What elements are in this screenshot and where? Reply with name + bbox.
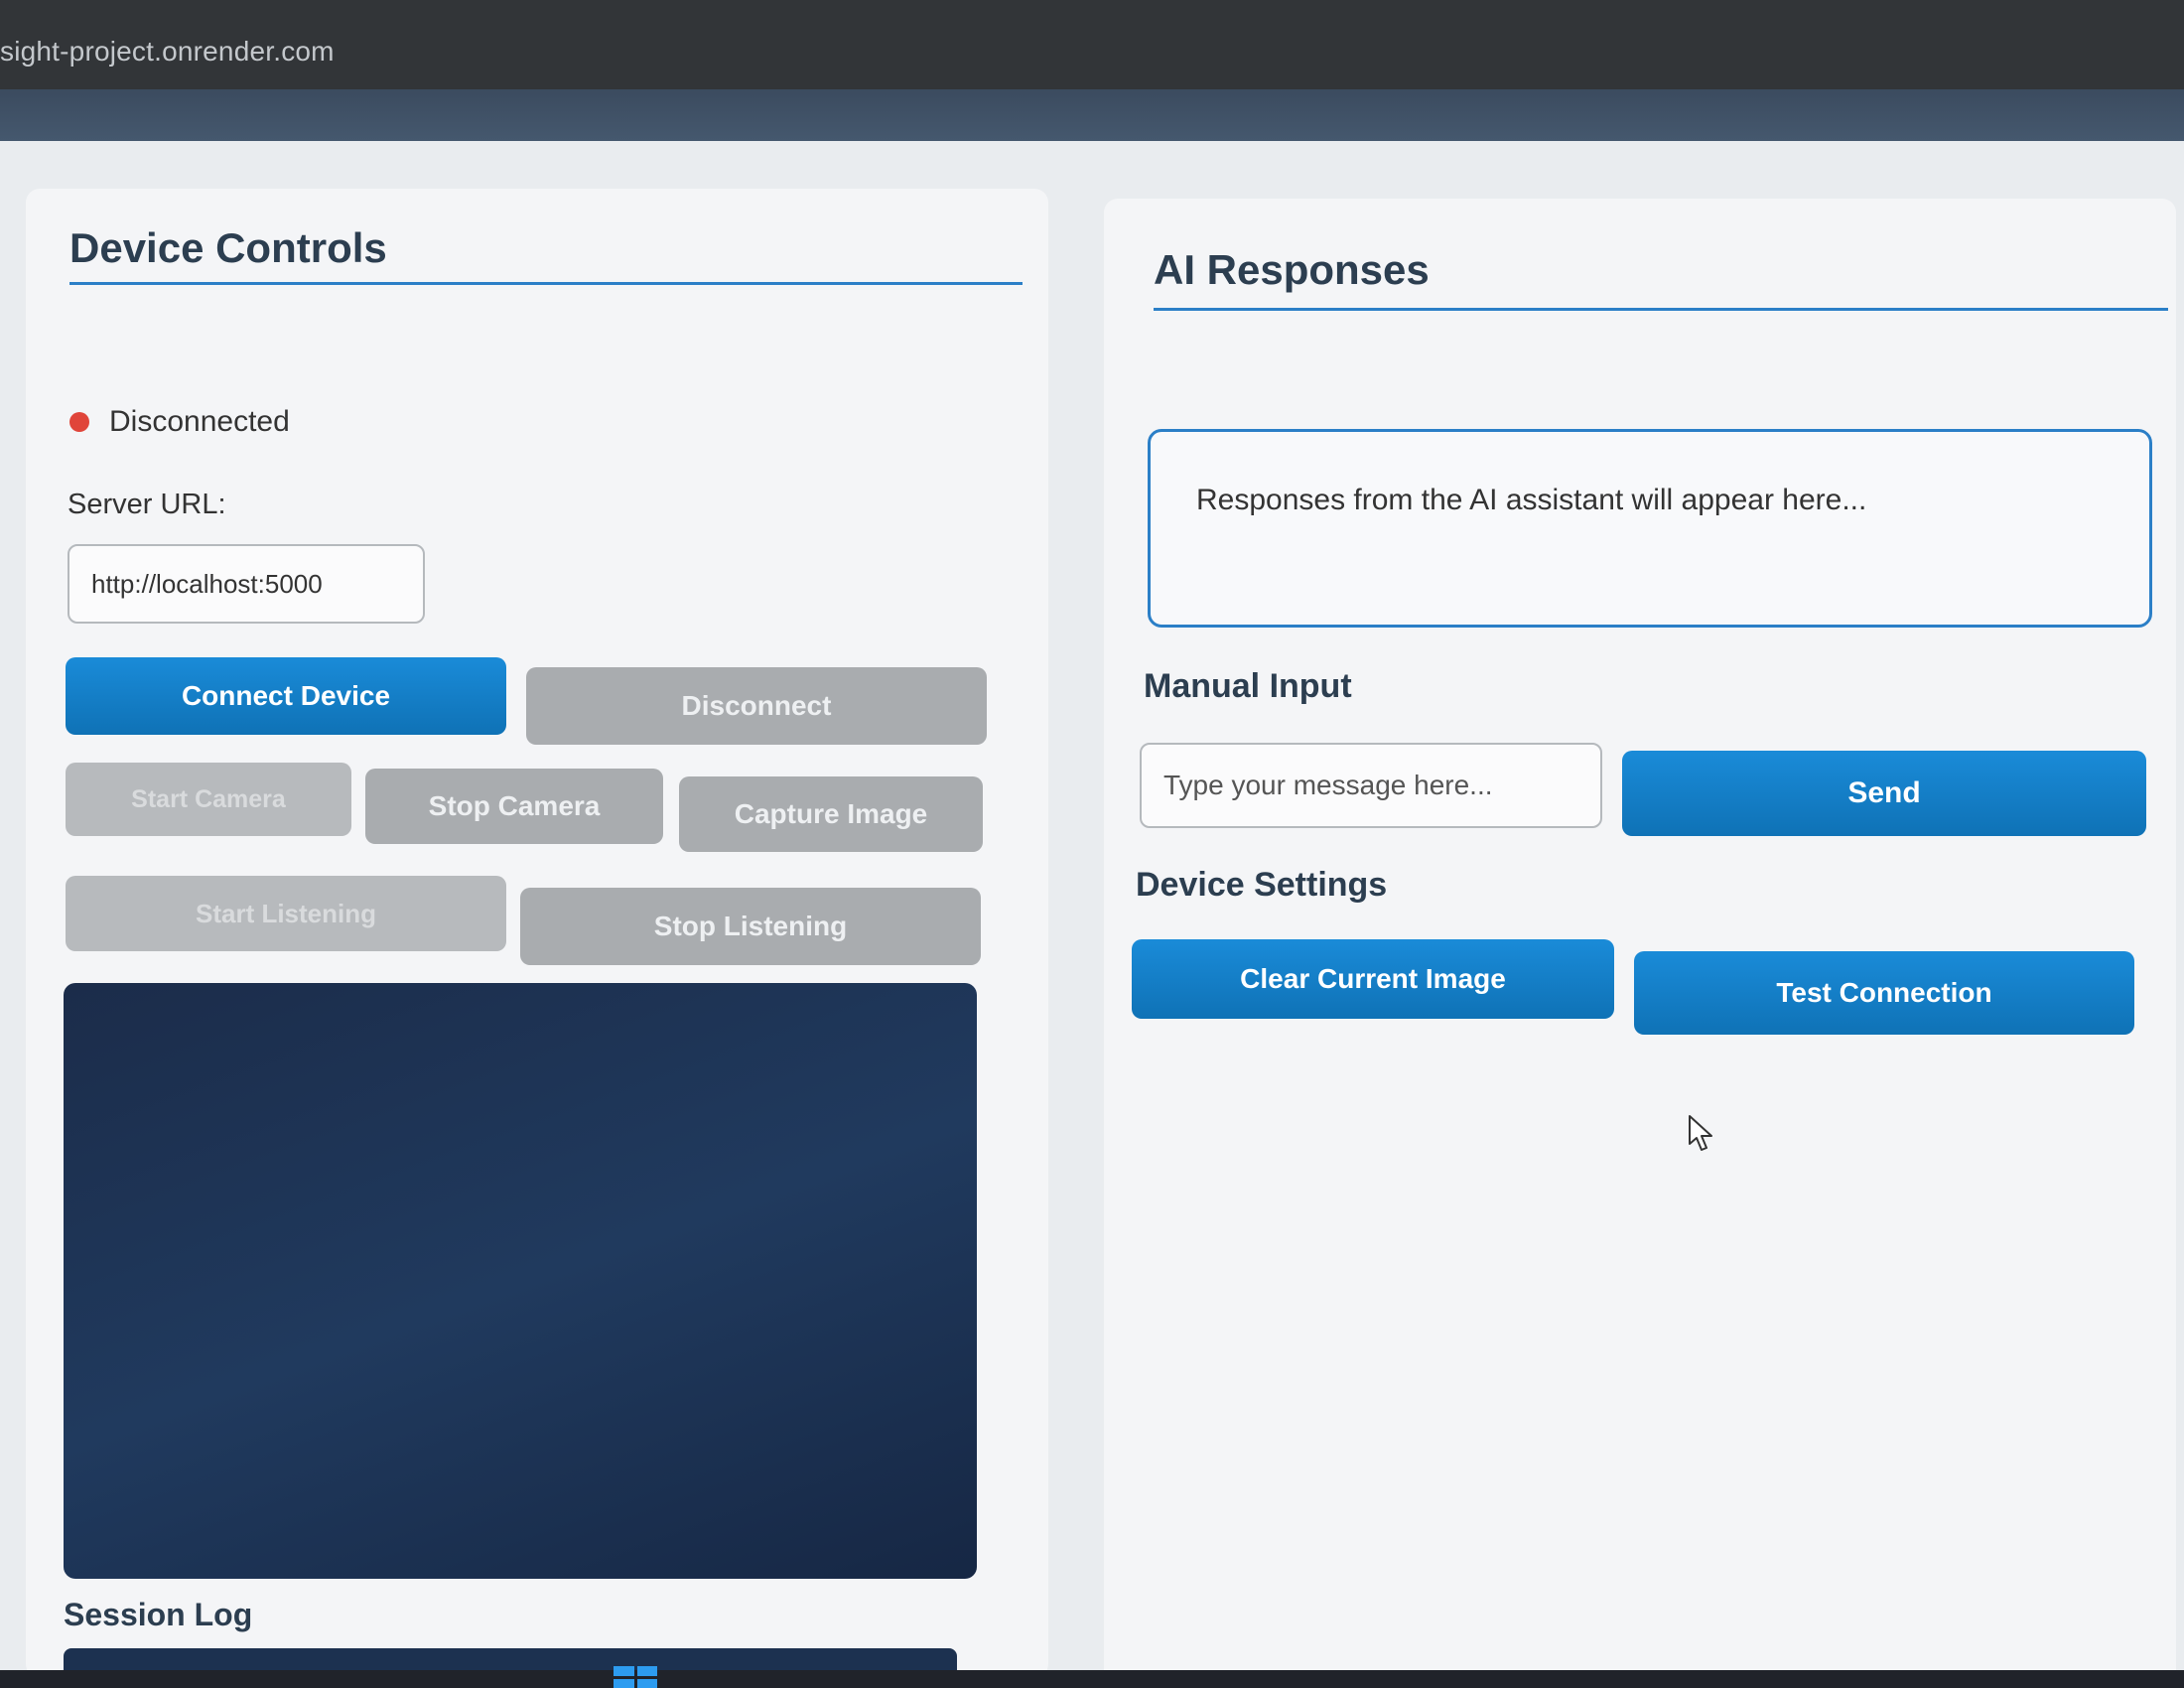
session-log-title: Session Log	[64, 1597, 253, 1632]
title-divider	[69, 282, 1023, 285]
capture-image-button[interactable]: Capture Image	[679, 776, 983, 852]
start-camera-button[interactable]: Start Camera	[66, 763, 351, 836]
address-bar-url[interactable]: sight-project.onrender.com	[0, 36, 335, 68]
page-header	[0, 89, 2184, 141]
connect-device-button[interactable]: Connect Device	[66, 657, 506, 735]
os-taskbar	[0, 1670, 2184, 1688]
ai-responses-title: AI Responses	[1154, 246, 1430, 293]
send-button[interactable]: Send	[1622, 751, 2146, 836]
server-url-input[interactable]	[68, 544, 425, 624]
device-settings-title: Device Settings	[1136, 866, 1388, 904]
device-controls-title: Device Controls	[69, 224, 387, 271]
camera-preview	[64, 983, 977, 1579]
status-dot-icon	[69, 412, 89, 432]
stop-camera-button[interactable]: Stop Camera	[365, 769, 663, 844]
connection-status: Disconnected	[69, 405, 290, 439]
response-placeholder: Responses from the AI assistant will app…	[1196, 484, 1867, 516]
server-url-label: Server URL:	[68, 489, 226, 520]
mouse-cursor-icon	[1689, 1115, 1712, 1151]
stop-listening-button[interactable]: Stop Listening	[520, 888, 981, 965]
status-text: Disconnected	[109, 405, 290, 438]
clear-current-image-button[interactable]: Clear Current Image	[1132, 939, 1614, 1019]
test-connection-button[interactable]: Test Connection	[1634, 951, 2134, 1035]
browser-toolbar: sight-project.onrender.com	[0, 0, 2184, 89]
start-listening-button[interactable]: Start Listening	[66, 876, 506, 951]
page-content: Device Controls Disconnected Server URL:…	[0, 141, 2184, 1688]
message-input[interactable]	[1140, 743, 1602, 828]
ai-responses-panel: AI Responses Responses from the AI assis…	[1104, 199, 2176, 1688]
device-controls-panel: Device Controls Disconnected Server URL:…	[26, 189, 1048, 1678]
ai-response-box: Responses from the AI assistant will app…	[1148, 429, 2152, 628]
windows-start-icon[interactable]	[614, 1666, 657, 1688]
title-divider	[1154, 308, 2168, 311]
disconnect-button[interactable]: Disconnect	[526, 667, 987, 745]
manual-input-title: Manual Input	[1144, 667, 1352, 705]
